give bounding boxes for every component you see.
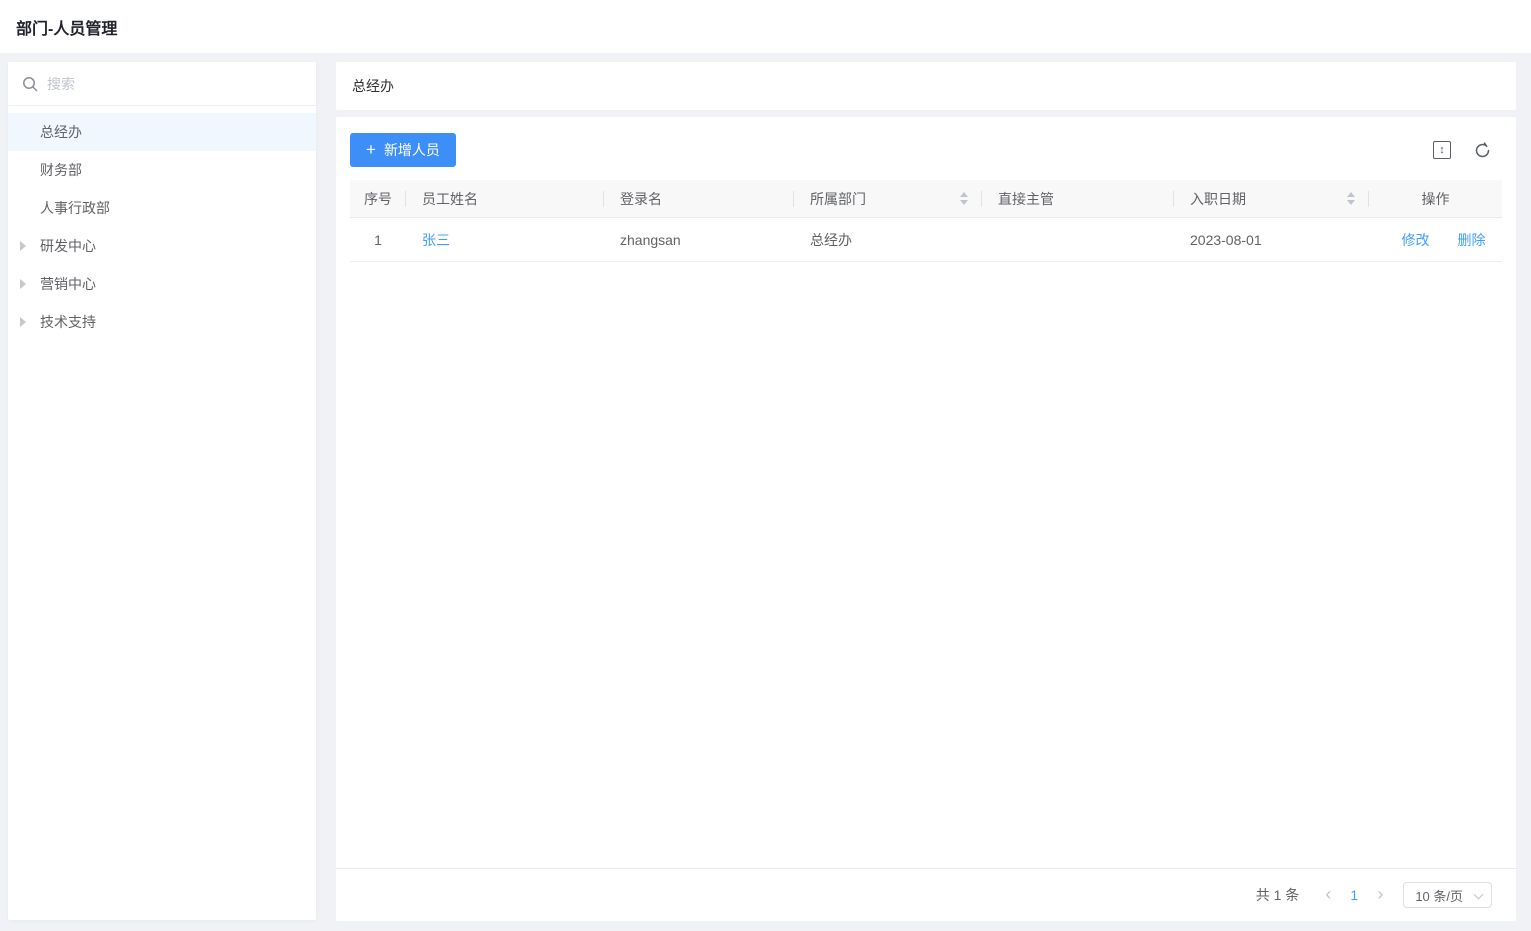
plus-icon: + bbox=[366, 140, 376, 159]
add-person-button-label: 新增人员 bbox=[383, 142, 440, 158]
caret-right-icon[interactable] bbox=[20, 279, 26, 289]
personnel-table: 序号 员工姓名 登录名 所属部门 直接主管 入职日期 操作 1 张三 zhang… bbox=[350, 180, 1502, 262]
content-panel: + 新增人员 ↕ 序号 员工姓名 登录名 所属部门 直接主管 入职日期 操作 1… bbox=[336, 117, 1516, 921]
page-size-label: 10 条/页 bbox=[1415, 888, 1463, 904]
edit-link[interactable]: 修改 bbox=[1402, 230, 1430, 250]
caret-slot bbox=[18, 317, 40, 327]
department-tree: 总经办 财务部 人事行政部 研发中心 营销中心 技术支持 bbox=[8, 106, 316, 341]
search-icon bbox=[23, 76, 38, 91]
caret-slot bbox=[18, 279, 40, 289]
prev-page-icon[interactable]: ‹ bbox=[1315, 885, 1341, 906]
pagination-total: 共 1 条 bbox=[1255, 887, 1300, 903]
sort-icon[interactable] bbox=[1347, 192, 1355, 205]
table-row: 1 张三 zhangsan 总经办 2023-08-01 修改 删除 bbox=[350, 218, 1502, 262]
page-header: 部门-人员管理 bbox=[0, 0, 1531, 53]
table-header-row: 序号 员工姓名 登录名 所属部门 直接主管 入职日期 操作 bbox=[350, 180, 1502, 218]
cell-department: 总经办 bbox=[810, 231, 852, 248]
cell-hire-date: 2023-08-01 bbox=[1190, 231, 1262, 248]
tree-item[interactable]: 研发中心 bbox=[8, 227, 316, 265]
tree-item-label: 财务部 bbox=[40, 162, 82, 178]
panel-title: 总经办 bbox=[352, 78, 394, 94]
caret-right-icon[interactable] bbox=[20, 317, 26, 327]
tree-item-label: 技术支持 bbox=[40, 314, 96, 330]
column-header-index: 序号 bbox=[350, 180, 406, 217]
tree-item-label: 人事行政部 bbox=[40, 200, 110, 216]
tree-item-label: 营销中心 bbox=[40, 276, 96, 292]
tree-item[interactable]: 人事行政部 bbox=[8, 189, 316, 227]
search-input[interactable] bbox=[47, 75, 302, 92]
delete-link[interactable]: 删除 bbox=[1458, 230, 1486, 250]
tree-item-label: 研发中心 bbox=[40, 238, 96, 254]
toolbar-icons: ↕ bbox=[1433, 141, 1492, 160]
add-person-button[interactable]: + 新增人员 bbox=[350, 133, 456, 167]
column-header-hire-date[interactable]: 入职日期 bbox=[1174, 180, 1369, 217]
refresh-icon[interactable] bbox=[1473, 141, 1492, 160]
page-title: 部门-人员管理 bbox=[16, 20, 118, 38]
search-box bbox=[8, 62, 316, 106]
tree-item[interactable]: 技术支持 bbox=[8, 303, 316, 341]
column-header-login: 登录名 bbox=[604, 180, 794, 217]
tree-item[interactable]: 财务部 bbox=[8, 151, 316, 189]
chevron-down-icon bbox=[1473, 889, 1484, 900]
caret-right-icon[interactable] bbox=[20, 241, 26, 251]
caret-slot bbox=[18, 241, 40, 251]
department-sidebar: 总经办 财务部 人事行政部 研发中心 营销中心 技术支持 bbox=[8, 62, 316, 920]
column-header-supervisor: 直接主管 bbox=[982, 180, 1174, 217]
cell-supervisor bbox=[982, 218, 1174, 261]
column-header-department[interactable]: 所属部门 bbox=[794, 180, 982, 217]
tree-item[interactable]: 营销中心 bbox=[8, 265, 316, 303]
sort-icon[interactable] bbox=[960, 192, 968, 205]
cell-name: 张三 bbox=[406, 218, 604, 261]
tree-item[interactable]: 总经办 bbox=[8, 113, 316, 151]
cell-index: 1 bbox=[374, 231, 382, 248]
page-size-select[interactable]: 10 条/页 bbox=[1403, 882, 1492, 908]
employee-name-link[interactable]: 张三 bbox=[422, 230, 450, 250]
toolbar: + 新增人员 ↕ bbox=[336, 117, 1516, 180]
column-header-actions: 操作 bbox=[1421, 190, 1450, 207]
next-page-icon[interactable]: › bbox=[1367, 885, 1393, 906]
row-height-glyph: ↕ bbox=[1439, 143, 1445, 156]
column-header-name: 员工姓名 bbox=[406, 180, 604, 217]
page-number[interactable]: 1 bbox=[1341, 887, 1367, 903]
row-height-icon[interactable]: ↕ bbox=[1433, 141, 1451, 159]
content-header: 总经办 bbox=[336, 62, 1516, 110]
pagination: 共 1 条 ‹ 1 › 10 条/页 bbox=[336, 868, 1516, 921]
tree-item-label: 总经办 bbox=[40, 124, 82, 140]
cell-actions: 修改 删除 bbox=[1369, 218, 1502, 261]
cell-login: zhangsan bbox=[620, 231, 681, 248]
